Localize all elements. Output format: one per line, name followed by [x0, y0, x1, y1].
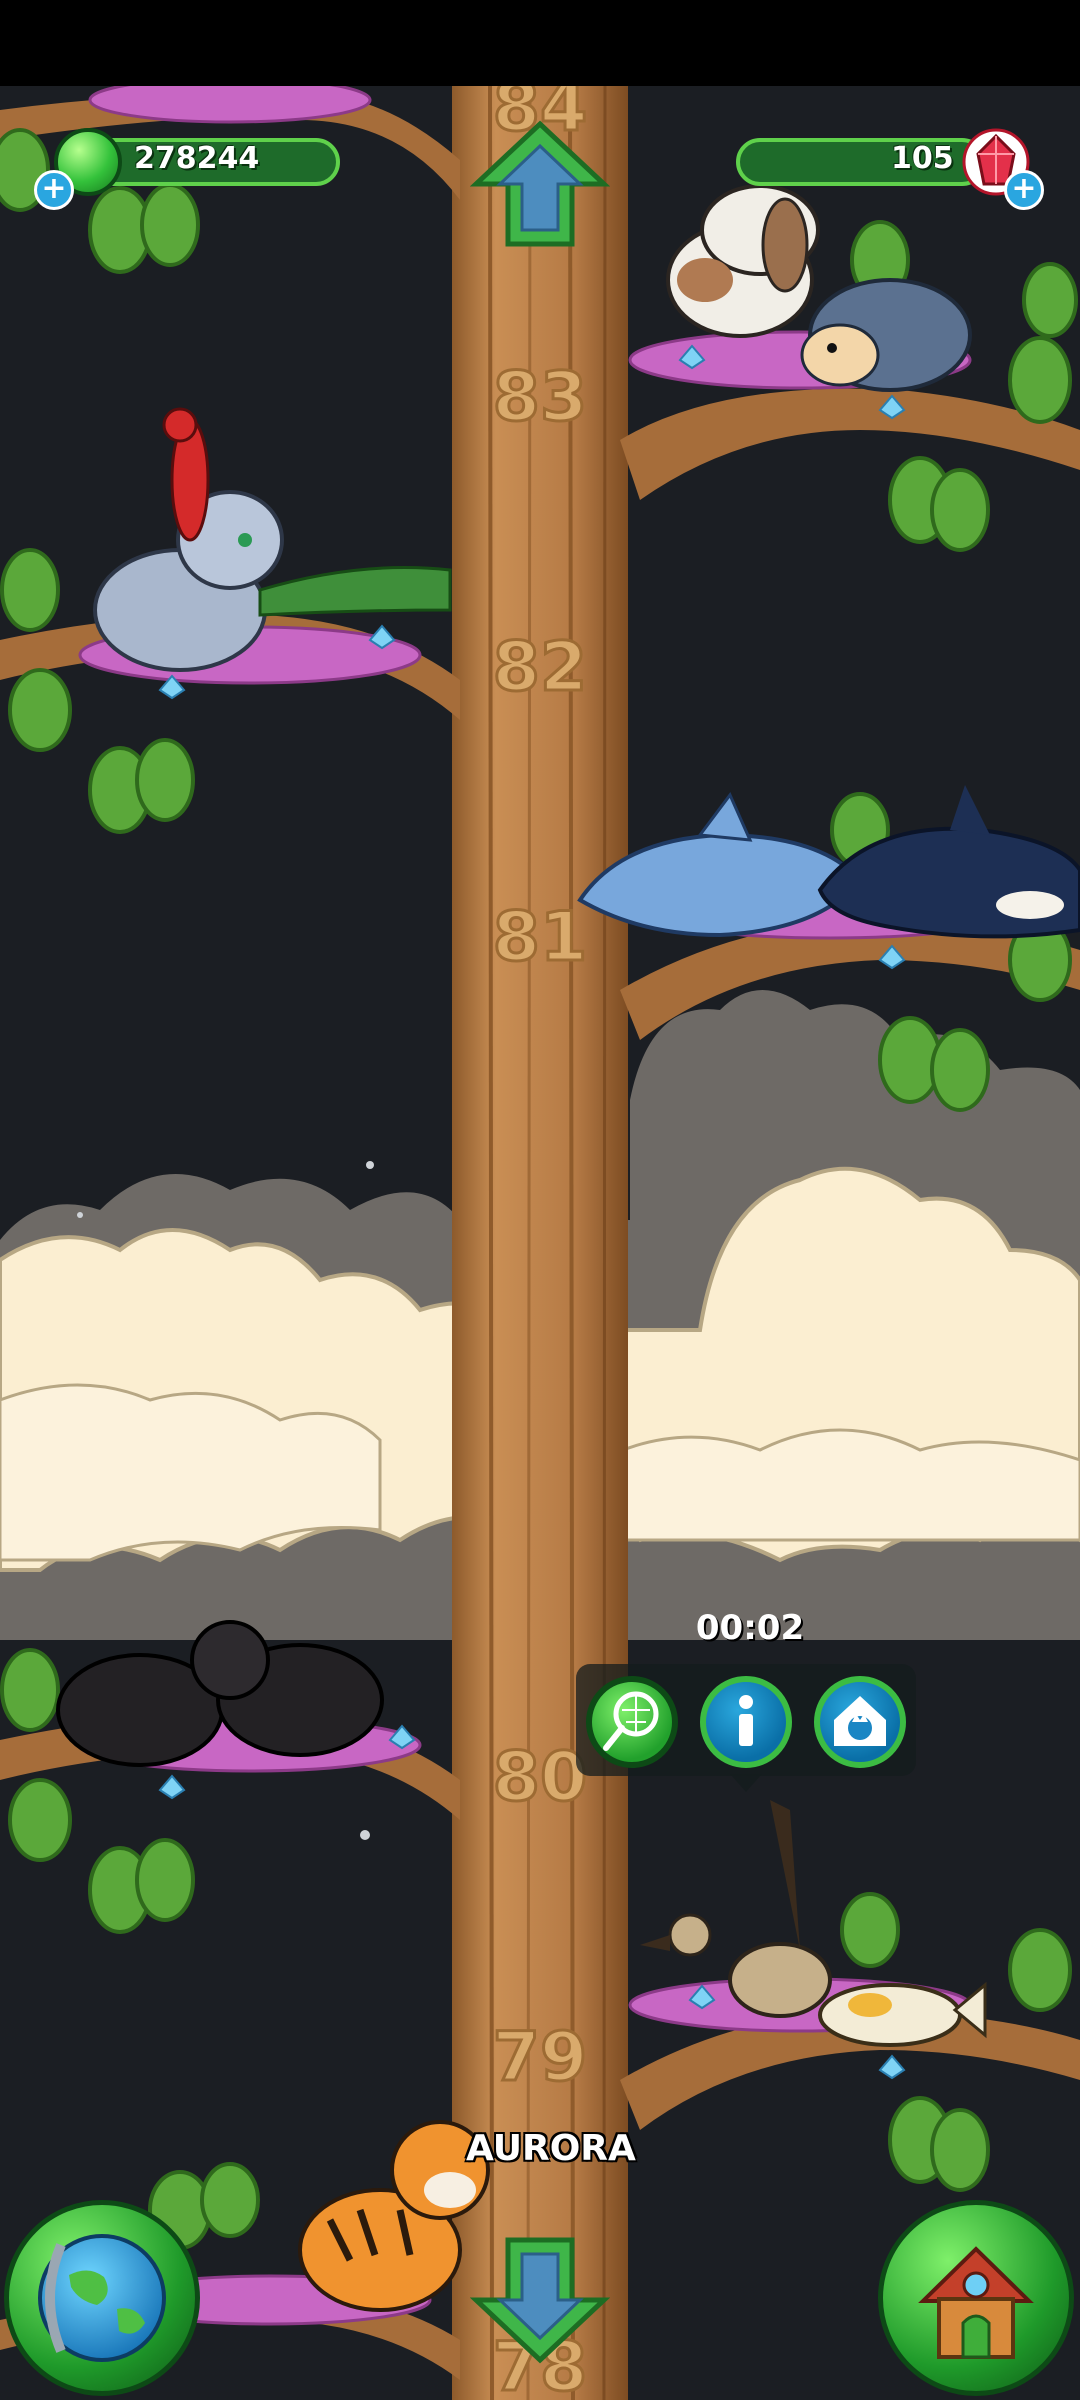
pet-hedgehog[interactable] [800, 278, 972, 392]
catch-net-icon [603, 1691, 659, 1751]
floor-number-81: 81 [493, 898, 588, 977]
add-gel-plus-icon[interactable]: + [34, 170, 74, 210]
pet-name-label: AURORA [466, 2128, 636, 2169]
add-gem-plus-icon[interactable]: + [1004, 170, 1044, 210]
info-button[interactable] [700, 1676, 792, 1768]
floor-number-79: 79 [493, 2018, 588, 2097]
floor-number-83: 83 [493, 358, 588, 437]
home-button[interactable] [878, 2200, 1074, 2396]
floor-number-80: 80 [493, 1738, 588, 1817]
scroll-up-button[interactable] [469, 120, 611, 250]
status-bar [0, 0, 1080, 86]
gem-count: 105 [891, 141, 954, 176]
scroll-down-button[interactable] [469, 2234, 611, 2364]
tree-scene: 84838281807978 [0, 67, 1080, 2400]
pet-house-icon [834, 1696, 886, 1746]
pet-house-button[interactable] [814, 1676, 906, 1768]
pet-action-panel [576, 1664, 916, 1792]
gel-count: 278244 [134, 141, 260, 176]
info-icon [739, 1695, 753, 1746]
action-panel-pointer [730, 1774, 762, 1792]
pet-timer: 00:02 [695, 1608, 805, 1648]
gel-counter[interactable]: 278244 + [34, 124, 346, 210]
gem-counter[interactable]: 105 + [736, 124, 1046, 210]
catch-net-button[interactable] [586, 1676, 678, 1768]
floor-number-82: 82 [493, 628, 588, 707]
game-screen: 84 83 82 81 80 79 78 278244 + 105 + 00:0… [0, 0, 1080, 2400]
pet-roadrunner[interactable] [640, 1800, 832, 2018]
arrow-down-icon [469, 2237, 611, 2364]
arrow-up-icon [469, 120, 611, 247]
globe-icon [38, 2234, 166, 2362]
pet-dog[interactable] [666, 184, 820, 338]
world-map-button[interactable] [4, 2200, 200, 2396]
house-icon [918, 2246, 1034, 2359]
